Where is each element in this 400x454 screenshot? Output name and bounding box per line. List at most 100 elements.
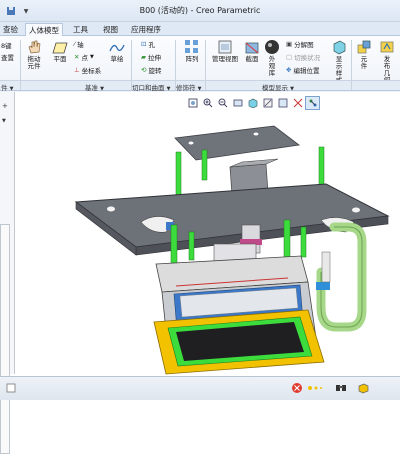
manage-views-icon: [218, 40, 232, 54]
plate-hole: [188, 141, 194, 145]
appearance-gallery-button[interactable]: 外观库: [263, 39, 281, 77]
extrude-icon: ▰: [141, 53, 146, 61]
graphics-toolbar: [185, 96, 320, 110]
plane-icon: [52, 42, 68, 54]
component-icon: [357, 40, 371, 54]
partial-command-bottom[interactable]: 查置: [1, 52, 14, 62]
chevron-down-icon: ▼: [89, 54, 94, 60]
repaint-icon: [233, 99, 242, 107]
datum-display-button[interactable]: [290, 96, 305, 110]
toggle-icon: ▢: [286, 53, 293, 61]
repaint-button[interactable]: [230, 96, 245, 110]
guide-rod: [300, 226, 307, 258]
chevron-down-icon[interactable]: ▼: [2, 118, 12, 128]
tab-manikin[interactable]: 人体模型: [25, 23, 63, 36]
axis-button[interactable]: ⁄ 轴: [74, 39, 84, 49]
zoom-out-button[interactable]: [215, 96, 230, 110]
find-icon[interactable]: [334, 382, 348, 394]
pattern-icon: [185, 40, 198, 53]
sketch-button[interactable]: 草绘: [107, 41, 127, 63]
guide-rod: [170, 224, 178, 266]
saved-views-button[interactable]: [260, 96, 275, 110]
hole-icon: ⊡: [141, 40, 147, 48]
view-manager-icon: [278, 98, 287, 108]
tab-view[interactable]: 视图: [100, 23, 121, 36]
tab-inspect[interactable]: 查验: [0, 23, 21, 36]
sketch-icon: [109, 44, 125, 52]
group-cuts-surfaces[interactable]: 切口和曲面 ▼: [132, 82, 170, 92]
zoom-out-icon: [218, 98, 227, 108]
hole-button[interactable]: ⊡ 孔: [141, 39, 155, 49]
graphics-area[interactable]: [16, 112, 400, 375]
group-divider: [351, 40, 352, 90]
assembly-model: [74, 125, 390, 375]
close-icon[interactable]: [290, 382, 304, 394]
window-title: B00 (活动的) - Creo Parametric: [139, 6, 261, 15]
annotation-display-button[interactable]: [305, 96, 320, 110]
edit-position-icon: ✥: [286, 66, 292, 74]
section-icon: [245, 42, 259, 54]
title-bar: ▼ B00 (活动的) - Creo Parametric: [0, 0, 400, 22]
group-divider: [205, 40, 206, 90]
annotation-display-icon: [309, 99, 316, 107]
cube-icon: [333, 40, 346, 55]
selection-filter-icon[interactable]: [306, 382, 324, 394]
plate-hole: [352, 207, 360, 213]
csys-icon: ⊥: [74, 66, 80, 74]
group-datum[interactable]: 基准 ▼: [85, 82, 104, 92]
exploded-view-button[interactable]: ▣ 分解图: [286, 39, 314, 49]
expand-icon[interactable]: +: [2, 102, 12, 112]
group-divider: [131, 40, 132, 90]
drag-component-button[interactable]: 拖动元件: [23, 39, 45, 70]
status-bar: [0, 376, 400, 400]
axis-icon: ⁄: [74, 40, 76, 48]
group-component[interactable]: 件 ▼: [1, 82, 13, 92]
saved-views-icon: [263, 98, 272, 108]
plate-hole: [107, 206, 115, 212]
publish-icon: [380, 41, 394, 53]
point-icon: ✕: [74, 53, 80, 61]
section-button[interactable]: 截面: [243, 39, 261, 63]
revolve-icon: ⟲: [141, 66, 147, 74]
exploded-icon: ▣: [286, 40, 293, 48]
cube-icon: [248, 98, 257, 108]
sphere-icon: [265, 40, 279, 54]
point-button[interactable]: ✕ 点 ▼: [74, 52, 94, 62]
display-style-button[interactable]: 显示样式: [329, 39, 349, 84]
zoom-in-button[interactable]: [200, 96, 215, 110]
guide-rod: [201, 149, 208, 181]
refit-icon: [188, 98, 197, 108]
tube-clamp: [316, 282, 330, 290]
model-tree-panel: + ▼: [0, 92, 15, 454]
zoom-in-icon: [203, 98, 212, 108]
partial-command-top[interactable]: 8键: [1, 40, 12, 50]
pattern-button[interactable]: 阵列: [183, 39, 201, 63]
guide-rod: [283, 219, 291, 259]
group-modifiers[interactable]: 修饰符 ▼: [176, 82, 201, 92]
view-manager-button[interactable]: [275, 96, 290, 110]
refit-button[interactable]: [185, 96, 200, 110]
group-model-display[interactable]: 模型显示 ▼: [262, 82, 294, 92]
csys-button[interactable]: ⊥ 坐标系: [74, 65, 101, 75]
extrude-button[interactable]: ▰ 拉伸: [141, 52, 161, 62]
tube-fitting: [321, 251, 331, 283]
vertical-scrollbar[interactable]: [0, 224, 10, 454]
ribbon-group-bar: 件 ▼ 基准 ▼ 切口和曲面 ▼ 修饰符 ▼ 模型显示 ▼: [0, 80, 400, 92]
top-plate: [174, 125, 301, 161]
navigator-icon[interactable]: [4, 382, 18, 394]
component-button[interactable]: 元件: [356, 39, 372, 70]
toggle-status-button[interactable]: ▢ 切换状况: [286, 52, 320, 62]
group-divider: [20, 40, 21, 90]
hand-icon: [28, 40, 41, 54]
publish-geometry-button[interactable]: 发布几何: [377, 39, 397, 84]
revolve-button[interactable]: ⟲ 旋转: [141, 65, 161, 75]
tab-tools[interactable]: 工具: [70, 23, 91, 36]
edit-position-button[interactable]: ✥ 编辑位置: [286, 65, 319, 75]
ribbon-tabs: 查验 人体模型 工具 视图 应用程序: [0, 22, 400, 36]
model-view-icon[interactable]: [356, 382, 370, 394]
guide-rod: [188, 231, 195, 261]
display-style-view-button[interactable]: [245, 96, 260, 110]
tab-applications[interactable]: 应用程序: [128, 23, 164, 36]
plane-button[interactable]: 平面: [49, 41, 71, 63]
manage-views-button[interactable]: 管理视图: [211, 39, 239, 63]
